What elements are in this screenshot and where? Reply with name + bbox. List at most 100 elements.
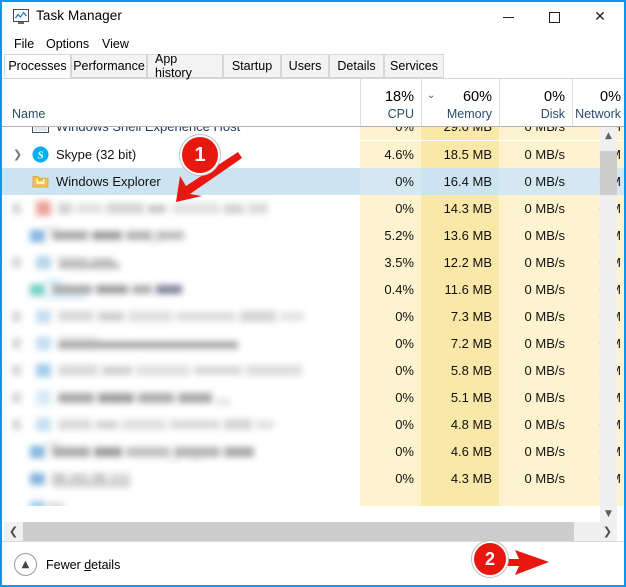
process-list[interactable]: 0% 29.0 MB 0 MB/s 0 M Windows Shell Expe…: [2, 127, 624, 522]
tab-services[interactable]: Services: [384, 54, 444, 78]
column-header-cpu[interactable]: 18% CPU: [360, 79, 421, 126]
scroll-left-icon[interactable]: ❮: [4, 522, 23, 541]
vertical-scrollbar-thumb[interactable]: [600, 151, 617, 195]
cell-disk: 0 MB/s: [499, 276, 572, 303]
cell-cpu: 0%: [360, 357, 421, 384]
cell-memory: 5.8 MB: [421, 357, 499, 384]
cell-memory: 18.5 MB: [421, 141, 499, 168]
cell-name: [2, 411, 360, 438]
cell-cpu: 3.5%: [360, 249, 421, 276]
menu-options[interactable]: Options: [42, 35, 93, 53]
minimize-icon: [502, 16, 514, 18]
cell-cpu: 5.2%: [360, 222, 421, 249]
cell-disk: 0 MB/s: [499, 465, 572, 492]
cell-cpu: 0%: [360, 411, 421, 438]
redacted-process-name: [28, 225, 198, 246]
cell-name: [2, 438, 360, 465]
table-row[interactable]: 0% 4.6 MB 0 MB/s 0 M: [2, 438, 624, 465]
cell-memory: 7.3 MB: [421, 303, 499, 330]
process-name: Skype (32 bit): [56, 147, 137, 162]
cpu-total-value: 18%: [384, 89, 414, 105]
cell-cpu: 0%: [360, 195, 421, 222]
table-row[interactable]: 3.5% 12.2 MB 0 MB/s 0 M: [2, 249, 624, 276]
table-row[interactable]: 5.2% 13.6 MB 0 MB/s 0 M: [2, 222, 624, 249]
cell-cpu: 0%: [360, 330, 421, 357]
cell-disk: 0 MB/s: [499, 127, 572, 140]
cell-disk: 0 MB/s: [499, 168, 572, 195]
redacted-process-name: [28, 279, 198, 300]
scroll-right-icon[interactable]: ❯: [598, 522, 617, 541]
cell-cpu: 0%: [360, 384, 421, 411]
redacted-process-name: [10, 334, 245, 353]
shell-host-icon: [32, 127, 49, 135]
cell-cpu: 0%: [360, 127, 421, 140]
cell-cpu: 0%: [360, 303, 421, 330]
cell-name: [2, 384, 360, 411]
minimize-button[interactable]: [485, 2, 531, 32]
cell-disk: 0 MB/s: [499, 384, 572, 411]
svg-text:S: S: [37, 150, 43, 162]
network-total-value: 0%: [600, 89, 621, 105]
table-row-windows-explorer[interactable]: 0% 16.4 MB 0 MB/s 0 M Windows Explorer: [2, 168, 624, 195]
table-row[interactable]: 0% 5.8 MB 0 MB/s 0 M: [2, 357, 624, 384]
cell-name: [2, 465, 360, 492]
horizontal-scrollbar[interactable]: ❮ ❯: [4, 522, 617, 541]
cell-memory: 4.6 MB: [421, 438, 499, 465]
table-row[interactable]: 0% 5.1 MB 0 MB/s 0 M: [2, 384, 624, 411]
disk-label: Disk: [540, 107, 565, 121]
cell-cpu: 0.4%: [360, 276, 421, 303]
title-bar: Task Manager ✕: [2, 2, 624, 32]
cell-cpu: 0%: [360, 465, 421, 492]
scroll-down-icon[interactable]: ▼: [600, 505, 617, 522]
task-manager-window: Task Manager ✕ File Options View Process…: [0, 0, 626, 587]
cell-name: [2, 222, 360, 249]
column-header-network[interactable]: 0% Network: [572, 79, 624, 126]
cpu-label: CPU: [387, 107, 414, 121]
fewer-details-label: Fewer details: [46, 557, 121, 572]
table-row[interactable]: 0.4% 11.6 MB 0 MB/s 0 M: [2, 276, 624, 303]
folder-icon: [32, 173, 49, 190]
vertical-scrollbar[interactable]: ▲ ▼: [600, 127, 617, 522]
tab-processes[interactable]: Processes: [4, 54, 71, 78]
tab-startup[interactable]: Startup: [223, 54, 281, 78]
close-icon: ✕: [594, 9, 606, 25]
cell-disk: 0 MB/s: [499, 330, 572, 357]
tab-details[interactable]: Details: [329, 54, 384, 78]
menu-file[interactable]: File: [10, 35, 38, 53]
cell-disk: 0 MB/s: [499, 249, 572, 276]
tab-performance[interactable]: Performance: [71, 54, 147, 78]
cell-name: [2, 249, 360, 276]
tab-app-history[interactable]: App history: [147, 52, 223, 80]
skype-icon: S: [32, 146, 49, 163]
table-row[interactable]: [2, 492, 624, 506]
table-row[interactable]: 0% 14.3 MB 0 MB/s 0 M: [2, 195, 624, 222]
process-name: Windows Explorer: [56, 174, 161, 189]
table-row[interactable]: 4.6% 18.5 MB 0 MB/s 0 M ❯ S Skype (32 bi…: [2, 141, 624, 168]
maximize-button[interactable]: [531, 2, 577, 32]
redacted-process-name: [28, 468, 148, 489]
menu-view[interactable]: View: [98, 35, 133, 53]
cell-memory: 4.8 MB: [421, 411, 499, 438]
column-header-memory[interactable]: ⌄ 60% Memory: [421, 79, 499, 126]
tab-users[interactable]: Users: [281, 54, 329, 78]
redacted-process-name: [10, 388, 238, 407]
fewer-details-button[interactable]: ▲ Fewer details: [14, 553, 120, 576]
redacted-process-name: [10, 415, 280, 434]
table-row[interactable]: 0% 4.8 MB 0 MB/s 0 M: [2, 411, 624, 438]
column-header-name[interactable]: Name: [12, 107, 45, 121]
table-row[interactable]: 0% 7.3 MB 0 MB/s 0 M: [2, 303, 624, 330]
cell-memory: 14.3 MB: [421, 195, 499, 222]
cell-memory: 11.6 MB: [421, 276, 499, 303]
scroll-up-icon[interactable]: ▲: [600, 127, 617, 144]
table-row[interactable]: 0% 29.0 MB 0 MB/s 0 M Windows Shell Expe…: [2, 127, 624, 140]
process-name: Windows Shell Experience Host: [56, 127, 240, 134]
column-header-row: Name 18% CPU ⌄ 60% Memory 0% Disk 0% Net…: [2, 79, 624, 127]
table-row[interactable]: 0% 7.2 MB 0 MB/s 0 M: [2, 330, 624, 357]
column-header-disk[interactable]: 0% Disk: [499, 79, 572, 126]
table-row[interactable]: 0% 4.3 MB 0 MB/s 0 M: [2, 465, 624, 492]
cell-memory: 16.4 MB: [421, 168, 499, 195]
close-button[interactable]: ✕: [577, 2, 623, 32]
expand-chevron-icon[interactable]: ❯: [13, 149, 22, 160]
horizontal-scrollbar-thumb[interactable]: [23, 522, 574, 541]
redacted-process-name: [10, 307, 310, 326]
